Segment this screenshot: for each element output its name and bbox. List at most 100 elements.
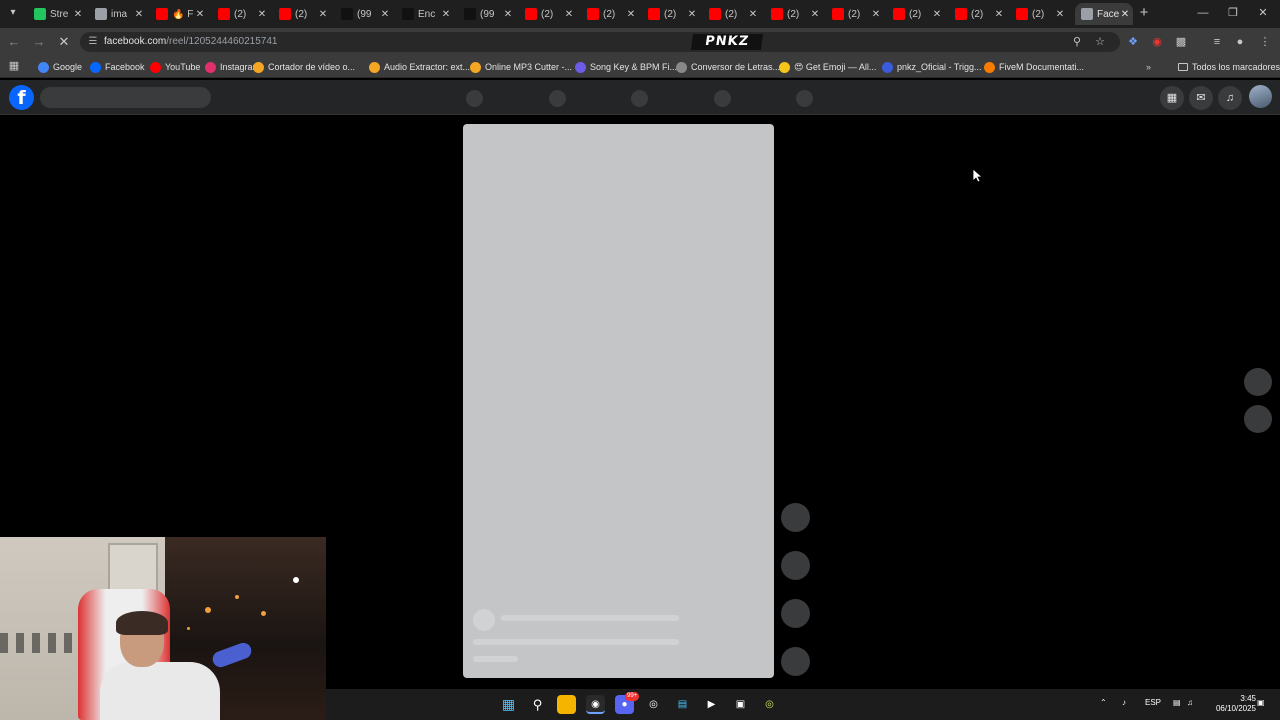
bookmark-item[interactable]: Audio Extractor: ext... [369,59,470,75]
minimize-icon[interactable]: — [1188,3,1218,23]
browser-tab[interactable]: (2) ✕ [519,3,577,25]
windows-start-icon[interactable]: ▦ [499,695,518,714]
browser-tab[interactable]: (2) ✕ [581,3,639,25]
browser-tab[interactable]: (99 ✕ [458,3,516,25]
previous-reel-button-skeleton[interactable] [1244,368,1272,396]
browser-tab[interactable]: Enc ✕ [396,3,454,25]
browser-tab[interactable]: Stre ✕ [28,3,86,25]
tab-close-icon[interactable]: ✕ [563,9,575,20]
bookmark-item[interactable]: Google [38,59,82,75]
browser-tab[interactable]: (2) ✕ [212,3,270,25]
zoom-search-icon[interactable]: ⚲ [1070,35,1084,49]
browser-tab[interactable]: Face ✕ [1075,3,1133,25]
bookmark-item[interactable]: Conversor de Letras... [676,59,780,75]
tab-close-icon[interactable]: ✕ [993,9,1005,20]
browser-tab[interactable]: (2) ✕ [642,3,700,25]
nav-home-skeleton-icon[interactable] [466,90,483,107]
bookmark-item[interactable]: YouTube [150,59,200,75]
tab-close-icon[interactable]: ✕ [931,9,943,20]
tab-close-icon[interactable]: ✕ [256,9,268,20]
messenger-icon[interactable]: ✉ [1189,86,1213,110]
like-button-skeleton[interactable] [781,503,810,532]
tab-close-icon[interactable]: ✕ [870,9,882,20]
back-button[interactable]: ← [5,33,23,51]
new-tab-button[interactable]: + [1136,4,1152,22]
snipping-tool-icon[interactable]: ▣ [731,695,750,714]
volume-tray-icon[interactable]: ♫ [1187,698,1193,707]
browser-tab[interactable]: (2) ✕ [703,3,761,25]
profile-icon[interactable]: ● [1231,33,1249,51]
extension-red-icon[interactable]: ◉ [1148,33,1166,51]
nav-groups-skeleton-icon[interactable] [714,90,731,107]
site-info-icon[interactable]: ☰ [86,35,100,49]
apps-grid-icon[interactable]: ▦ [5,57,23,75]
browser-tab[interactable]: (2) ✕ [826,3,884,25]
menu-grid-icon[interactable]: ▦ [1160,86,1184,110]
extensions-puzzle-icon[interactable]: ▩ [1172,33,1190,51]
browser-tab[interactable]: (2) ✕ [1010,3,1068,25]
extension-icon[interactable]: ❖ [1124,33,1142,51]
nav-gaming-skeleton-icon[interactable] [796,90,813,107]
browser-tab[interactable]: 🔥 F ✕ [150,3,208,25]
notifications-bell-icon[interactable]: ♫ [1218,86,1242,110]
all-bookmarks-folder[interactable]: Todos los marcadores [1178,59,1280,75]
tab-close-icon[interactable]: ✕ [440,9,452,20]
app-globe-icon[interactable]: ◎ [760,695,779,714]
browser-tab[interactable]: (2) ✕ [949,3,1007,25]
chrome-taskbar-icon[interactable]: ◉ [586,695,605,714]
tab-close-icon[interactable]: ✕ [686,9,698,20]
media-controls-icon[interactable]: ≡ [1208,33,1226,51]
facebook-search-input-skeleton[interactable] [40,87,211,108]
reel-video-skeleton[interactable] [463,124,774,678]
bookmark-item[interactable]: Facebook [90,59,145,75]
account-avatar[interactable] [1249,85,1272,108]
url-text[interactable]: facebook.com/reel/1205244460215741 [104,35,277,49]
tab-close-icon[interactable]: ✕ [194,9,206,20]
media-player-icon[interactable]: ▶ [702,695,721,714]
browser-tab[interactable]: (2) ✕ [765,3,823,25]
bookmark-item[interactable]: Cortador de vídeo o... [253,59,355,75]
bookmark-star-icon[interactable]: ☆ [1093,35,1107,49]
bookmark-item[interactable]: pnkz_Oficial - Trigg... [882,59,982,75]
nav-marketplace-skeleton-icon[interactable] [631,90,648,107]
nav-video-skeleton-icon[interactable] [549,90,566,107]
browser-tab[interactable]: (2) ✕ [273,3,331,25]
comment-button-skeleton[interactable] [781,551,810,580]
tab-close-icon[interactable]: ✕ [379,9,391,20]
network-tray-icon[interactable]: ▤ [1173,698,1181,707]
maximize-icon[interactable]: ❐ [1218,3,1248,23]
tray-overflow-chevron-icon[interactable]: ⌃ [1100,698,1107,707]
language-indicator[interactable]: ESP [1145,698,1161,707]
tab-close-icon[interactable]: ✕ [1119,9,1131,20]
bookmark-item[interactable]: Instagram [205,59,260,75]
share-button-skeleton[interactable] [781,599,810,628]
taskbar-search-icon[interactable]: ⚲ [528,695,547,714]
tab-close-icon[interactable]: ✕ [1054,9,1066,20]
window-close-icon[interactable]: ✕ [1248,3,1278,23]
stop-loading-button[interactable]: ✕ [55,33,73,51]
forward-button[interactable]: → [30,33,48,51]
file-explorer-icon[interactable] [557,695,576,714]
tab-close-icon[interactable]: ✕ [502,9,514,20]
more-options-button-skeleton[interactable] [781,647,810,676]
browser-tab[interactable]: (2) ✕ [887,3,945,25]
facebook-logo-icon[interactable]: f [9,85,34,110]
tab-close-icon[interactable]: ✕ [133,9,145,20]
address-bar[interactable]: ☰ facebook.com/reel/1205244460215741 PNK… [80,32,1120,52]
notepad-icon[interactable]: ▤ [673,695,692,714]
bookmark-item[interactable]: Online MP3 Cutter -... [470,59,572,75]
obs-icon[interactable]: ◎ [644,695,663,714]
tab-close-icon[interactable]: ✕ [72,9,84,20]
browser-tab[interactable]: ima ✕ [89,3,147,25]
tab-close-icon[interactable]: ✕ [809,9,821,20]
notifications-tray-icon[interactable]: ▣ [1257,698,1265,707]
bookmark-item[interactable]: FiveM Documentati... [984,59,1084,75]
microphone-tray-icon[interactable]: ♪ [1122,698,1126,707]
tab-close-icon[interactable]: ✕ [625,9,637,20]
bookmark-item[interactable]: 😍 Get Emoji — All... [779,59,876,75]
more-bookmarks-chevron-icon[interactable]: » [1146,59,1151,75]
bookmark-item[interactable]: Song Key & BPM Fi... [575,59,677,75]
tab-search-chevron-icon[interactable]: ▾ [4,4,22,22]
browser-menu-icon[interactable]: ⋮ [1256,33,1274,51]
browser-tab[interactable]: (99 ✕ [335,3,393,25]
